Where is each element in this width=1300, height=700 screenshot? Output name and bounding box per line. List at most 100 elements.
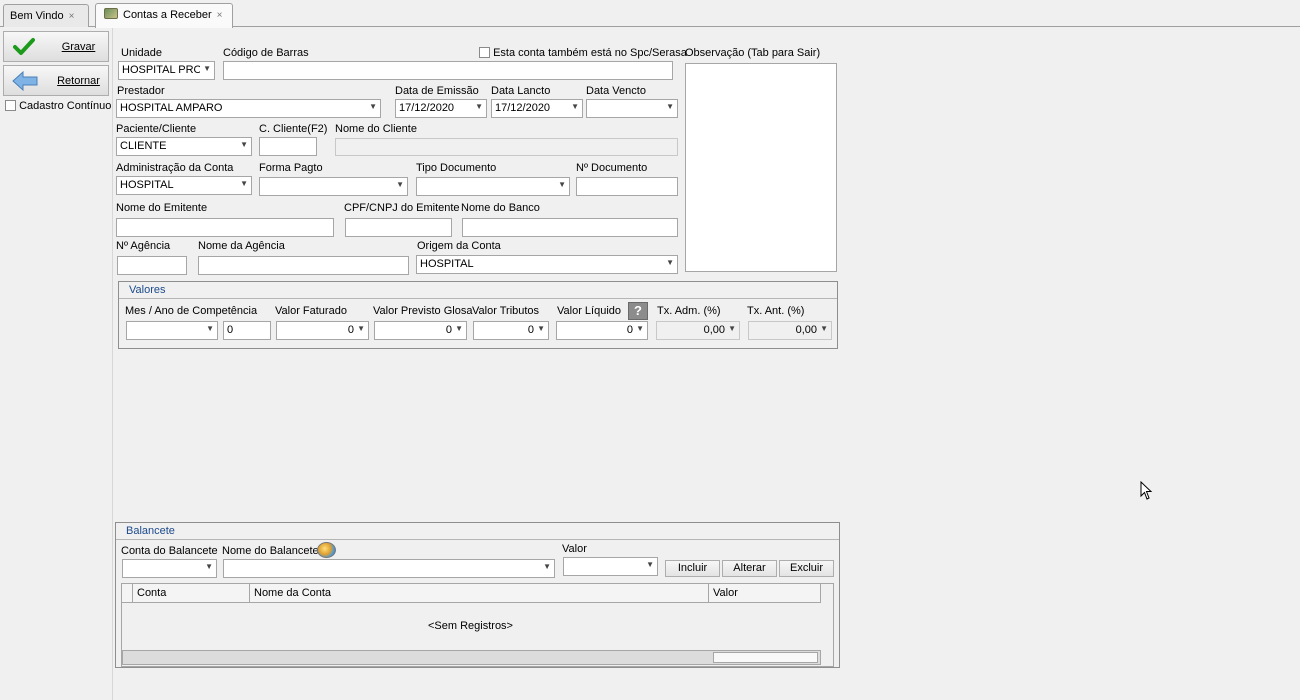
data-emissao-picker[interactable]: 17/12/2020 ▼ bbox=[395, 99, 487, 118]
nome-agencia-input[interactable] bbox=[198, 256, 409, 275]
scrollbar-thumb[interactable] bbox=[713, 652, 818, 663]
observacao-label: Observação (Tab para Sair) bbox=[685, 47, 821, 59]
empty-grid-message: <Sem Registros> bbox=[428, 620, 513, 632]
tab-contas-a-receber[interactable]: Contas a Receber × bbox=[95, 3, 233, 28]
conta-balancete-label: Conta do Balancete bbox=[121, 545, 218, 557]
chevron-down-icon[interactable]: ▼ bbox=[475, 102, 483, 111]
chevron-down-icon[interactable]: ▼ bbox=[357, 324, 365, 333]
back-button[interactable]: Retornar bbox=[3, 65, 109, 96]
data-vencto-label: Data Vencto bbox=[586, 85, 646, 97]
column-header-valor[interactable]: Valor bbox=[709, 584, 821, 603]
chevron-down-icon[interactable]: ▼ bbox=[240, 179, 248, 188]
liquido-input[interactable]: 0 ▼ bbox=[556, 321, 648, 340]
data-lancto-value: 17/12/2020 bbox=[495, 102, 551, 114]
valores-title: Valores bbox=[119, 282, 837, 299]
data-lancto-picker[interactable]: 17/12/2020 ▼ bbox=[491, 99, 583, 118]
tx-adm-value: 0,00 bbox=[703, 324, 725, 336]
tx-ant-value: 0,00 bbox=[795, 324, 817, 336]
competencia-month-combo[interactable]: ▼ bbox=[126, 321, 218, 340]
nome-emitente-label: Nome do Emitente bbox=[116, 202, 208, 214]
tributos-value: 0 bbox=[527, 324, 534, 336]
chevron-down-icon[interactable]: ▼ bbox=[203, 64, 211, 73]
close-icon[interactable]: × bbox=[69, 11, 75, 22]
nome-emitente-input[interactable] bbox=[116, 218, 334, 237]
nome-agencia-label: Nome da Agência bbox=[198, 240, 285, 252]
adm-conta-label: Administração da Conta bbox=[116, 162, 234, 174]
unidade-label: Unidade bbox=[121, 47, 162, 59]
chevron-down-icon[interactable]: ▼ bbox=[240, 140, 248, 149]
chevron-down-icon[interactable]: ▼ bbox=[455, 324, 463, 333]
chevron-down-icon[interactable]: ▼ bbox=[666, 258, 674, 267]
observacao-textarea[interactable] bbox=[685, 63, 837, 272]
horizontal-scrollbar[interactable] bbox=[122, 650, 821, 665]
origem-conta-combo[interactable]: HOSPITAL ▼ bbox=[416, 255, 678, 274]
close-icon[interactable]: × bbox=[217, 10, 223, 21]
tributos-label: Valor Tributos bbox=[472, 305, 540, 317]
codigo-barras-input[interactable] bbox=[223, 61, 673, 80]
chevron-down-icon[interactable]: ▼ bbox=[666, 102, 674, 111]
tx-adm-label: Tx. Adm. (%) bbox=[657, 305, 721, 317]
liquido-value: 0 bbox=[626, 324, 633, 336]
data-emissao-value: 17/12/2020 bbox=[399, 102, 455, 114]
chevron-down-icon[interactable]: ▼ bbox=[636, 324, 644, 333]
money-icon bbox=[104, 8, 118, 19]
help-icon[interactable]: ? bbox=[628, 302, 648, 320]
prestador-combo[interactable]: HOSPITAL AMPARO ▼ bbox=[116, 99, 381, 118]
adm-conta-combo[interactable]: HOSPITAL ▼ bbox=[116, 176, 252, 195]
prestador-value: HOSPITAL AMPARO bbox=[120, 102, 223, 114]
chevron-down-icon[interactable]: ▼ bbox=[396, 180, 404, 189]
paciente-combo[interactable]: CLIENTE ▼ bbox=[116, 137, 252, 156]
num-agencia-input[interactable] bbox=[117, 256, 187, 275]
tributos-input[interactable]: 0 ▼ bbox=[473, 321, 549, 340]
cursor-icon bbox=[1140, 481, 1153, 500]
unidade-combo[interactable]: HOSPITAL PROI ▼ bbox=[118, 61, 215, 80]
origem-conta-label: Origem da Conta bbox=[417, 240, 501, 252]
chevron-down-icon[interactable]: ▼ bbox=[558, 180, 566, 189]
data-vencto-picker[interactable]: ▼ bbox=[586, 99, 678, 118]
nome-cliente-field bbox=[335, 138, 678, 156]
forma-pagto-combo[interactable]: ▼ bbox=[259, 177, 408, 196]
side-toolbar: Gravar Retornar Cadastro Contínuo bbox=[0, 28, 113, 700]
faturado-label: Valor Faturado bbox=[275, 305, 347, 317]
column-header-nome-conta[interactable]: Nome da Conta bbox=[250, 584, 709, 603]
chevron-down-icon: ▼ bbox=[820, 324, 828, 333]
nome-balancete-combo[interactable]: ▼ bbox=[223, 559, 555, 578]
glosa-input[interactable]: 0 ▼ bbox=[374, 321, 467, 340]
num-agencia-label: Nº Agência bbox=[116, 240, 171, 252]
adm-conta-value: HOSPITAL bbox=[120, 179, 174, 191]
checkbox-box[interactable] bbox=[479, 47, 490, 58]
chevron-down-icon[interactable]: ▼ bbox=[369, 102, 377, 111]
num-documento-input[interactable] bbox=[576, 177, 678, 196]
spc-label: Esta conta também está no Spc/Serasa bbox=[493, 47, 687, 59]
faturado-input[interactable]: 0 ▼ bbox=[276, 321, 369, 340]
glosa-label: Valor Previsto Glosa bbox=[373, 305, 473, 317]
save-label: Gravar bbox=[61, 41, 96, 53]
valor-balancete-label: Valor bbox=[562, 543, 587, 555]
nome-balancete-label: Nome do Balancete bbox=[222, 545, 319, 557]
incluir-button[interactable]: Incluir bbox=[665, 560, 720, 577]
chevron-down-icon[interactable]: ▼ bbox=[646, 560, 654, 569]
chevron-down-icon[interactable]: ▼ bbox=[571, 102, 579, 111]
tab-bem-vindo[interactable]: Bem Vindo × bbox=[3, 4, 89, 27]
chevron-down-icon[interactable]: ▼ bbox=[205, 562, 213, 571]
spc-checkbox[interactable]: Esta conta também está no Spc/Serasa bbox=[479, 47, 687, 59]
nome-banco-input[interactable] bbox=[462, 218, 678, 237]
column-header-conta[interactable]: Conta bbox=[133, 584, 250, 603]
competencia-year-input[interactable]: 0 bbox=[223, 321, 271, 340]
alterar-button[interactable]: Alterar bbox=[722, 560, 777, 577]
chevron-down-icon[interactable]: ▼ bbox=[537, 324, 545, 333]
tipo-documento-combo[interactable]: ▼ bbox=[416, 177, 570, 196]
balancete-grid[interactable]: Conta Nome da Conta Valor <Sem Registros… bbox=[121, 583, 834, 667]
c-cliente-input[interactable] bbox=[259, 137, 317, 156]
conta-balancete-combo[interactable]: ▼ bbox=[122, 559, 217, 578]
valor-balancete-input[interactable]: ▼ bbox=[563, 557, 658, 576]
excluir-button[interactable]: Excluir bbox=[779, 560, 834, 577]
save-button[interactable]: Gravar bbox=[3, 31, 109, 62]
chevron-down-icon[interactable]: ▼ bbox=[543, 562, 551, 571]
chevron-down-icon[interactable]: ▼ bbox=[206, 324, 214, 333]
search-globe-icon[interactable] bbox=[317, 542, 336, 558]
liquido-label: Valor Líquido bbox=[557, 305, 622, 317]
checkbox-box[interactable] bbox=[5, 100, 16, 111]
cpf-emitente-input[interactable] bbox=[345, 218, 452, 237]
continuous-checkbox[interactable]: Cadastro Contínuo bbox=[5, 100, 111, 112]
